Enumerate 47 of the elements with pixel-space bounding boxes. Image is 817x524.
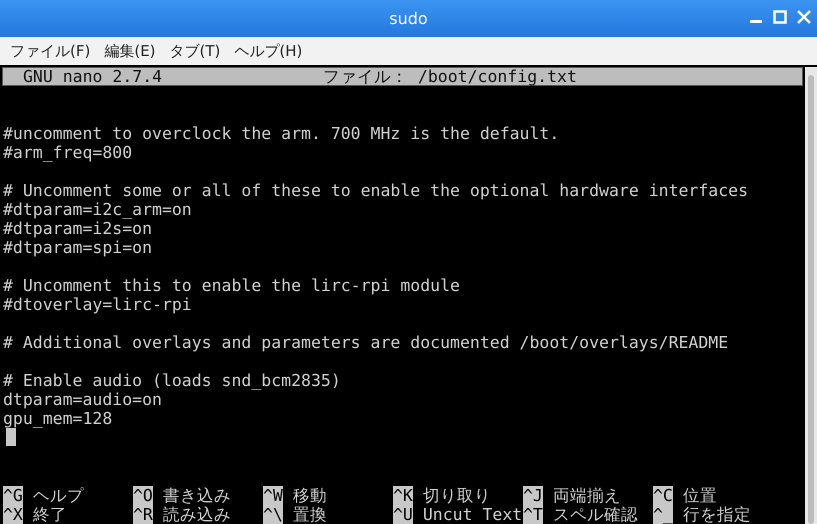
scrollbar[interactable] xyxy=(805,67,817,524)
code-line: #dtparam=i2c_arm=on xyxy=(2,200,193,219)
code-line: # Uncomment some or all of these to enable the optional hardware interfaces xyxy=(2,181,750,200)
shortcut-key: ^C xyxy=(653,486,673,505)
shortcut-label: 読み込み xyxy=(162,505,231,524)
shortcut-key: ^T xyxy=(523,505,543,524)
shortcut-label: 切り取り xyxy=(422,486,491,505)
code-line: # Additional overlays and parameters are documented /boot/overlays/README xyxy=(2,333,730,352)
shortcut-key: ^G xyxy=(3,486,23,505)
code-line: dtparam=audio=on xyxy=(2,390,163,409)
code-line: #dtparam=spi=on xyxy=(2,238,154,257)
shortcut-label: 置換 xyxy=(292,505,327,524)
menu-item[interactable]: ファイル(F) xyxy=(10,42,90,60)
code-line: # Uncomment this to enable the lirc-rpi module xyxy=(2,276,461,295)
menu-item[interactable]: ヘルプ(H) xyxy=(234,42,302,60)
shortcut-label: 書き込み xyxy=(162,486,231,505)
shortcut-label: 移動 xyxy=(292,486,327,505)
shortcut-label: 両端揃え xyxy=(552,486,621,505)
code-line: #arm_freq=800 xyxy=(2,143,134,162)
shortcut-key: ^K xyxy=(393,486,413,505)
window-title: sudo xyxy=(389,9,428,28)
shortcut-label: 行を指定 xyxy=(682,505,751,524)
editor-version: GNU nano 2.7.4 xyxy=(22,67,164,86)
code-line: gpu_mem=128 xyxy=(2,409,114,428)
code-line: # Enable audio (loads snd_bcm2835) xyxy=(2,371,342,390)
shortcut-label: ヘルプ xyxy=(32,486,84,505)
shortcut-label: スペル確認 xyxy=(552,505,638,524)
code-line: #uncomment to overclock the arm. 700 MHz is the default. xyxy=(2,124,560,143)
shortcut-key: ^J xyxy=(523,486,543,505)
shortcut-label: Uncut Text xyxy=(422,505,522,524)
shortcut-label: 終了 xyxy=(32,505,67,524)
file-name: ファイル： /boot/config.txt xyxy=(323,67,577,86)
text-cursor xyxy=(6,428,16,446)
shortcut-key: ^X xyxy=(3,505,23,524)
shortcut-key: ^W xyxy=(263,486,283,505)
close-icon[interactable] xyxy=(797,10,811,24)
shortcut-key: ^R xyxy=(133,505,153,524)
menu-item[interactable]: タブ(T) xyxy=(170,42,220,60)
maximize-icon[interactable] xyxy=(773,10,787,24)
code-line: #dtparam=i2s=on xyxy=(2,219,154,238)
menu-item[interactable]: 編集(E) xyxy=(104,42,156,60)
shortcut-key: ^\ xyxy=(263,505,283,524)
shortcut-key: ^_ xyxy=(653,505,673,524)
code-line: #dtoverlay=lirc-rpi xyxy=(2,295,193,314)
shortcut-key: ^O xyxy=(133,486,153,505)
shortcut-key: ^U xyxy=(393,505,413,524)
shortcut-label: 位置 xyxy=(682,486,717,505)
